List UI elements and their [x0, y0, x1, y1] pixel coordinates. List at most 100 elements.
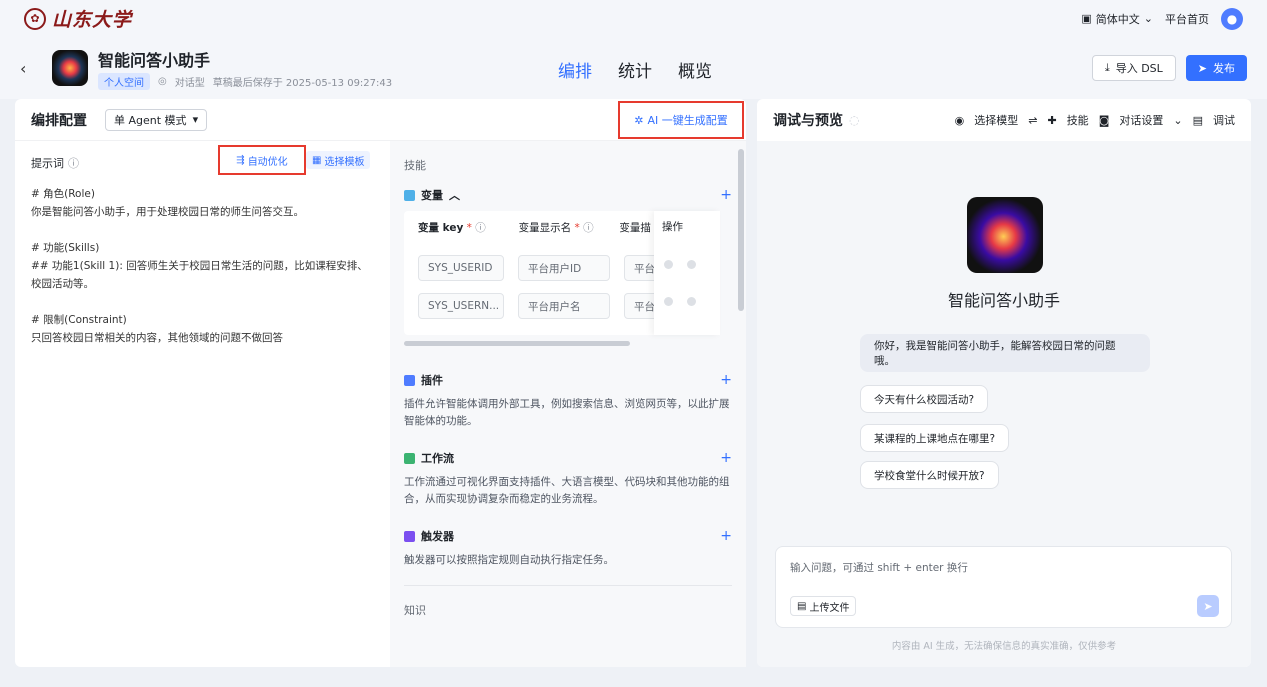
delete-icon[interactable]: [687, 260, 696, 269]
operations-column: 操作: [654, 211, 720, 335]
user-avatar[interactable]: ●: [1221, 7, 1243, 30]
agent-mode-select[interactable]: 单 Agent 模式 ▾: [105, 108, 208, 131]
document-icon: ▤: [1192, 113, 1203, 127]
workflow-description: 工作流通过可视化界面支持插件、大语言模型、代码块和其他功能的组合，从而实现协调复…: [404, 476, 730, 505]
add-workflow-button[interactable]: +: [720, 450, 732, 466]
prompt-editor[interactable]: # 角色(Role) 你是智能问答小助手，用于处理校园日常的师生问答交互。 # …: [31, 185, 374, 347]
logo-text: 山东大学: [52, 9, 133, 31]
select-template-button[interactable]: ▦ 选择模板: [306, 151, 371, 169]
debug-button[interactable]: 调试: [1213, 112, 1235, 128]
variables-table: 变量 key * ⓘ 变量显示名 * ⓘ 变量描 SYS_USERID 平台用户…: [404, 211, 720, 335]
ai-generate-label: AI 一键生成配置: [647, 114, 728, 127]
loading-icon: ◌: [849, 113, 860, 127]
delete-icon[interactable]: [687, 297, 696, 306]
select-template-label: 选择模板: [324, 156, 365, 168]
info-icon: ⓘ: [475, 221, 486, 234]
publish-button[interactable]: ➤ 发布: [1185, 55, 1247, 81]
upload-file-button[interactable]: ▤ 上传文件: [790, 596, 857, 616]
chat-settings-button[interactable]: 对话设置: [1119, 112, 1163, 128]
display-name-field[interactable]: 平台用户名: [518, 293, 610, 319]
skills-section: 技能 变量 ︿ + 变量 key * ⓘ 变量显示名 * ⓘ 变量描 SYS_U…: [390, 141, 746, 667]
top-bar: ✿ 山东大学 ▣ 简体中文 ⌄ 平台首页 ●: [0, 0, 1267, 37]
horizontal-scrollbar[interactable]: [404, 341, 630, 346]
caret-down-icon: ▾: [192, 113, 199, 126]
variables-block: 变量 ︿ + 变量 key * ⓘ 变量显示名 * ⓘ 变量描 SYS_USER…: [390, 179, 746, 354]
select-model-button[interactable]: 选择模型: [974, 112, 1018, 128]
sparkle-icon: ✲: [634, 113, 644, 127]
config-title: 编排配置: [31, 112, 87, 129]
variable-icon: [404, 189, 415, 201]
puzzle-icon: ✚: [1047, 113, 1057, 127]
chevron-down-icon: ⌄: [1173, 113, 1183, 127]
info-icon: ⓘ: [68, 157, 79, 170]
display-name-field[interactable]: 平台用户ID: [518, 255, 610, 281]
add-trigger-button[interactable]: +: [720, 528, 732, 544]
optimize-icon: ⇶: [236, 154, 245, 166]
variable-key-field[interactable]: SYS_USERN...: [418, 293, 504, 319]
app-type: 对话型: [174, 77, 205, 89]
agent-mode-label: 单 Agent 模式: [114, 113, 187, 127]
trigger-icon: [404, 530, 415, 542]
draft-status: 草稿最后保存于 2025-05-13 09:27:43: [212, 77, 393, 89]
add-plugin-button[interactable]: +: [720, 372, 732, 388]
info-icon: ⓘ: [583, 221, 594, 234]
chat-area: 智能问答小助手 你好，我是智能问答小助手，能解答校园日常的问题哦。 今天有什么校…: [757, 141, 1251, 667]
chat-type-icon: ◎: [158, 75, 167, 87]
template-icon: ▦: [312, 154, 322, 166]
tab-overview[interactable]: 概览: [678, 57, 712, 82]
plugins-title: 插件: [421, 374, 443, 387]
import-dsl-button[interactable]: ⤓ 导入 DSL: [1091, 55, 1176, 81]
send-icon: ➤: [1197, 61, 1207, 75]
app-title: 智能问答小助手: [98, 50, 211, 70]
chevron-up-icon[interactable]: ︿: [449, 187, 460, 203]
suggested-question[interactable]: 学校食堂什么时候开放?: [860, 461, 999, 489]
model-logo-icon: ◉: [954, 113, 965, 127]
bot-name: 智能问答小助手: [947, 291, 1060, 310]
settings-icon[interactable]: [664, 297, 673, 306]
trigger-title: 触发器: [421, 530, 454, 543]
auto-optimize-button[interactable]: ⇶ 自动优化: [218, 145, 306, 175]
knowledge-label: 知识: [404, 604, 426, 617]
app-header: ‹ 智能问答小助手 个人空间 ◎ 对话型 草稿最后保存于 2025-05-13 …: [0, 37, 1267, 99]
publish-label: 发布: [1213, 62, 1235, 75]
main-tabs: 编排 统计 概览: [558, 57, 712, 82]
tab-statistics[interactable]: 统计: [618, 57, 652, 82]
plugins-block: 插件 + 插件允许智能体调用外部工具，例如搜索信息、浏览网页等，以此扩展智能体的…: [390, 364, 746, 438]
suggested-question[interactable]: 某课程的上课地点在哪里?: [860, 424, 1010, 452]
ai-generate-config-button[interactable]: ✲ AI 一键生成配置: [618, 101, 744, 139]
auto-optimize-label: 自动优化: [247, 156, 288, 168]
col-variable-key: 变量 key: [418, 221, 464, 234]
bot-avatar: [967, 197, 1043, 273]
skills-label: 技能: [404, 159, 426, 172]
workflow-title: 工作流: [421, 452, 454, 465]
chat-input[interactable]: 输入问题，可通过 shift + enter 换行: [790, 560, 968, 575]
col-operations: 操作: [662, 221, 683, 233]
import-dsl-label: 导入 DSL: [1115, 62, 1163, 75]
suggested-question[interactable]: 今天有什么校园活动?: [860, 385, 989, 413]
send-button[interactable]: ➤: [1197, 595, 1219, 617]
settings-icon[interactable]: [664, 260, 673, 269]
variable-key-field[interactable]: SYS_USERID: [418, 255, 504, 281]
back-arrow-icon[interactable]: ‹: [20, 59, 40, 78]
chat-input-box[interactable]: 输入问题，可通过 shift + enter 换行 ▤ 上传文件 ➤: [775, 546, 1232, 628]
prompt-label: 提示词: [31, 157, 64, 170]
preview-panel: 调试与预览 ◌ ◉ 选择模型 ⇌ ✚ 技能 ◙ 对话设置 ⌄ ▤ 调试 智能问答…: [757, 99, 1251, 667]
space-tag: 个人空间: [98, 72, 150, 90]
trigger-block: 触发器 + 触发器可以按照指定规则自动执行指定任务。: [390, 520, 746, 577]
add-variable-button[interactable]: +: [720, 187, 732, 203]
col-display-name: 变量显示名: [518, 221, 572, 234]
sliders-icon[interactable]: ⇌: [1028, 114, 1037, 127]
app-icon: [52, 50, 88, 86]
vertical-scrollbar[interactable]: [738, 149, 744, 311]
upload-icon: ▤: [797, 600, 807, 612]
language-icon: ▣: [1081, 12, 1092, 25]
prompt-section: 提示词 ⓘ ⇶ 自动优化 ▦ 选择模板 # 角色(Role) 你是智能问答小助手…: [15, 141, 390, 667]
language-switcher[interactable]: ▣ 简体中文 ⌄: [1081, 11, 1153, 27]
university-logo[interactable]: ✿ 山东大学: [24, 5, 132, 32]
skills-button[interactable]: 技能: [1067, 112, 1089, 128]
chevron-down-icon: ⌄: [1143, 12, 1153, 25]
variables-title: 变量: [421, 189, 443, 202]
home-link[interactable]: 平台首页: [1165, 11, 1209, 27]
tab-arrange[interactable]: 编排: [558, 57, 592, 82]
chat-bubble-icon: ◙: [1098, 113, 1110, 127]
